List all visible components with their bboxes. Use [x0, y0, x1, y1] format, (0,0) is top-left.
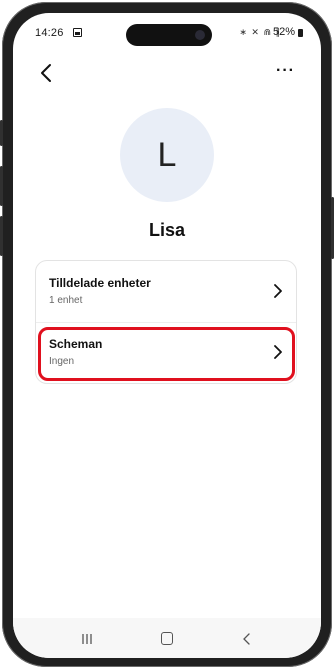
gallery-notification-icon — [73, 28, 82, 37]
highlight-outline — [38, 327, 295, 381]
phone-frame: 14:26 ∗ ✕ ⋒ ∥ 52% ··· L Lisa Tilldelade … — [0, 2, 334, 667]
battery-icon — [298, 29, 303, 37]
user-name: Lisa — [148, 220, 186, 240]
more-options-button[interactable]: ··· — [276, 63, 295, 79]
list-item-subtitle: 1 enhet — [49, 295, 83, 306]
volume-button — [0, 120, 3, 146]
recents-icon[interactable] — [81, 632, 93, 644]
battery-level: 52% — [272, 26, 295, 38]
clock: 14:26 — [35, 27, 64, 39]
power-button — [331, 197, 334, 259]
list-item-title: Tilldelade enheter — [49, 276, 151, 290]
camera-icon — [195, 30, 205, 40]
avatar-initial: L — [157, 135, 177, 174]
volume-button — [0, 166, 3, 206]
system-nav-bar — [13, 618, 321, 658]
chevron-left-icon[interactable] — [35, 61, 59, 85]
screen: 14:26 ∗ ✕ ⋒ ∥ 52% ··· L Lisa Tilldelade … — [13, 13, 321, 658]
chevron-right-icon — [272, 284, 284, 298]
home-icon[interactable] — [161, 632, 173, 645]
volume-button — [0, 216, 3, 256]
back-icon[interactable] — [241, 632, 251, 645]
avatar: L — [120, 108, 214, 202]
status-bar: 14:26 ∗ ✕ ⋒ ∥ 52% — [13, 13, 321, 53]
list-item-assigned-devices[interactable]: Tilldelade enheter 1 enhet — [36, 261, 296, 321]
camera-notch — [126, 24, 212, 46]
